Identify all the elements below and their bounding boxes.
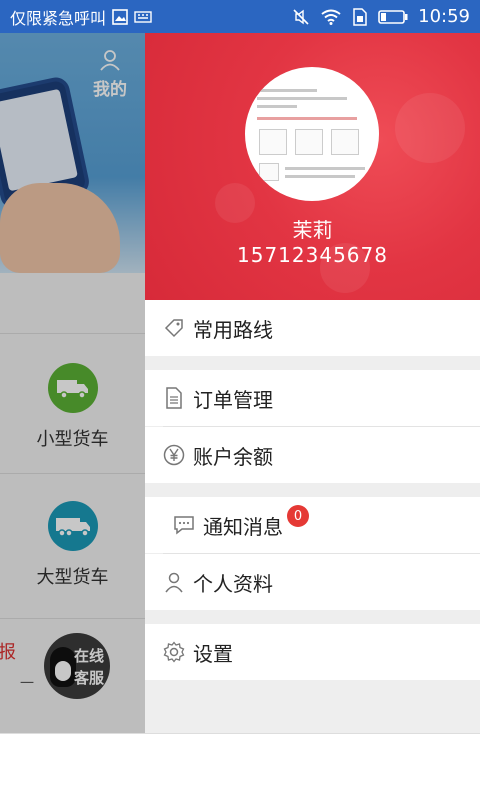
notification-badge: 0: [287, 505, 309, 527]
person-icon: [163, 571, 185, 593]
image-icon: [112, 8, 128, 25]
sim-icon: [353, 7, 367, 26]
menu-item-label: 设置: [193, 641, 233, 666]
menu-item-balance[interactable]: 账户余额: [145, 427, 480, 483]
document-icon: [163, 387, 185, 409]
battery-icon: [378, 9, 408, 24]
menu-item-profile[interactable]: 个人资料: [145, 554, 480, 610]
menu-item-orders[interactable]: 订单管理: [145, 370, 480, 426]
status-bar: 仅限紧急呼叫 10:59: [0, 0, 480, 33]
avatar[interactable]: [245, 67, 379, 201]
user-phone: 15712345678: [237, 243, 388, 267]
bottom-area: [0, 733, 480, 800]
menu-item-label: 订单管理: [193, 387, 273, 412]
main-page-partial: 我的 小型货车 大型货车 报 一 在线客服: [0, 33, 145, 733]
carrier-text: 仅限紧急呼叫: [10, 8, 107, 28]
keyboard-icon: [134, 10, 152, 23]
drawer-header: 茉莉 15712345678: [145, 33, 480, 300]
decor-bubble: [395, 93, 465, 163]
tag-icon: [163, 317, 185, 339]
menu-item-label: 常用路线: [193, 317, 273, 342]
menu-item-routes[interactable]: 常用路线: [145, 300, 480, 356]
gear-icon: [163, 641, 185, 663]
user-name: 茉莉: [292, 218, 333, 242]
mute-icon: [293, 8, 309, 25]
menu-item-label: 账户余额: [193, 444, 273, 469]
clock: 10:59: [418, 6, 470, 27]
drawer-scrim[interactable]: [0, 33, 145, 733]
menu-item-label: 通知消息: [203, 514, 283, 539]
menu-item-label: 个人资料: [193, 571, 273, 596]
wifi-icon: [321, 9, 341, 25]
app-root: 仅限紧急呼叫 10:59 我的 小型货车 大型货车 报 一 在线客服 茉莉 15…: [0, 0, 480, 800]
menu-item-settings[interactable]: 设置: [145, 624, 480, 680]
yen-icon: [163, 444, 185, 466]
menu-item-notifications[interactable]: 通知消息 0: [145, 497, 480, 553]
message-icon: [173, 514, 195, 536]
navigation-drawer: 茉莉 15712345678 常用路线 订单管理 账户余额 通知消息 0 个人资…: [145, 33, 480, 733]
